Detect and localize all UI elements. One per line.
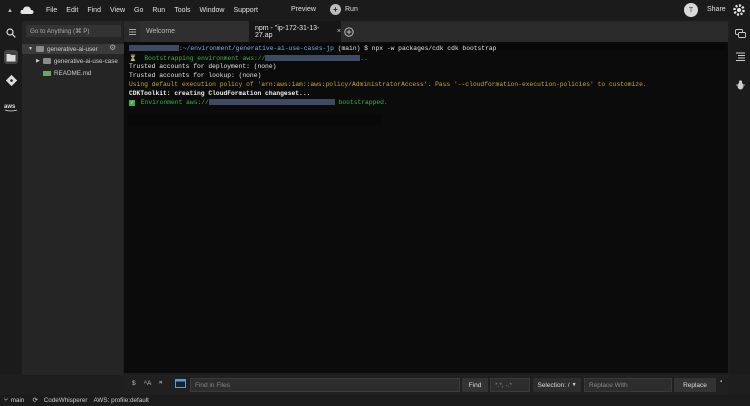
run-button[interactable]: + Run [330, 4, 358, 15]
source-control-icon[interactable] [5, 74, 17, 86]
menu-file[interactable]: File [46, 7, 57, 14]
menu-go[interactable]: Go [134, 7, 143, 14]
terminal-path: :~/environment/generative-ai-use-cases-j… [179, 45, 334, 52]
tree-file-label: README.md [54, 69, 92, 77]
tab-welcome-label: Welcome [146, 28, 176, 35]
activity-bar: aws [0, 21, 22, 375]
editor-tab-bar: Welcome npm - "ip-172-31-13-27.ap × [124, 21, 728, 42]
terminal-line-bootstrapping: ⏳ Bootstrapping environment aws://.. [129, 54, 368, 62]
regex-toggle-icon[interactable]: $ [132, 380, 136, 387]
chat-icon[interactable] [734, 27, 746, 39]
terminal-line-policy: Using default execution policy of 'arn:a… [129, 81, 647, 88]
tree-settings-icon[interactable]: ⚙ [109, 43, 116, 52]
menu-support[interactable]: Support [233, 7, 258, 14]
menu-tools[interactable]: Tools [174, 7, 190, 14]
redacted-block [208, 99, 335, 106]
aws-profile-status[interactable]: AWS: profile:default [93, 397, 148, 404]
file-pattern-input[interactable]: *.*, -.* [490, 378, 530, 392]
aws-icon[interactable]: aws [4, 101, 18, 113]
find-button[interactable]: Find [462, 378, 488, 392]
find-in-files-input[interactable]: Find in Files [190, 378, 460, 392]
git-branch-label[interactable]: main [11, 397, 25, 404]
search-icon[interactable] [5, 27, 17, 39]
terminal-line-changeset: CDKToolkit: creating CloudFormation chan… [129, 90, 311, 97]
terminal-bootstrapping-end: .. [360, 55, 368, 62]
find-in-files-bar: $ ᴬA ❞ Find in Files Find *.*, -.* Selec… [124, 375, 728, 395]
terminal-line-trusted-lookup: Trusted accounts for lookup: (none) [129, 72, 262, 79]
checkmark-icon: ✓ [129, 100, 135, 106]
git-branch-icon: ⑂ [4, 397, 8, 404]
tree-root-label: generative-ai-user [46, 45, 98, 53]
plus-icon: + [330, 4, 341, 15]
svg-text:aws: aws [4, 104, 16, 110]
tree-subfolder-label: generative-ai-use-case [53, 57, 118, 65]
preview-button[interactable]: Preview [291, 6, 316, 13]
folder-icon [35, 46, 44, 52]
terminal-panel[interactable]: :~/environment/generative-ai-use-cases-j… [124, 42, 728, 373]
right-activity-bar [730, 21, 750, 375]
redacted-block [129, 45, 179, 52]
codewhisperer-status[interactable]: CodeWhisperer [44, 397, 88, 404]
menu-run[interactable]: Run [152, 7, 165, 14]
redacted-block [265, 55, 361, 62]
menu-icon[interactable] [124, 21, 140, 42]
plus-circle-icon [344, 26, 354, 37]
chevron-right-icon: ▶ [36, 58, 40, 64]
tab-welcome[interactable]: Welcome [140, 21, 249, 42]
debugger-icon[interactable] [734, 79, 746, 91]
goto-anything-input[interactable]: Go to Anything (⌘ P) [26, 25, 121, 37]
tree-subfolder[interactable]: ▶ generative-ai-use-case [22, 56, 137, 66]
expand-icon[interactable]: ▪ [720, 379, 722, 385]
terminal-bootstrapped-text: bootstrapped. [334, 99, 388, 106]
run-label: Run [345, 6, 358, 13]
chevron-down-icon: ▼ [571, 382, 577, 388]
sync-icon[interactable]: ⟳ [32, 397, 37, 404]
status-bar: ⑂ main ⟳ CodeWhisperer AWS: profile:defa… [0, 395, 750, 406]
terminal-line-command: :~/environment/generative-ai-use-cases-j… [129, 45, 496, 52]
share-button[interactable]: Share [707, 6, 726, 13]
terminal-line-bootstrapped: ✓ Environment aws:// bootstrapped. [129, 99, 388, 106]
terminal-line-trusted-deploy: Trusted accounts for deployment: (none) [129, 63, 277, 70]
redacted-bar [128, 114, 381, 125]
replace-input[interactable]: Replace With [584, 378, 672, 392]
search-scope-icon[interactable] [175, 379, 186, 390]
tab-npm-label: npm - "ip-172-31-13-27.ap [255, 24, 320, 39]
markdown-file-icon [43, 70, 51, 76]
outline-icon[interactable] [734, 50, 746, 62]
terminal-bootstrapping-text: ⏳ Bootstrapping environment aws:// [129, 55, 266, 62]
menu-window[interactable]: Window [200, 7, 225, 14]
menu-view[interactable]: View [110, 7, 125, 14]
file-explorer-icon[interactable] [4, 50, 18, 64]
terminal-env-text: Environment aws:// [137, 99, 209, 106]
menu-find[interactable]: Find [87, 7, 101, 14]
tab-npm-terminal[interactable]: npm - "ip-172-31-13-27.ap × [249, 21, 341, 42]
avatar[interactable]: T [684, 3, 698, 17]
cloud9-logo-icon[interactable] [20, 6, 34, 16]
selection-label: Selection: / [537, 381, 570, 389]
case-sensitive-icon[interactable]: ᴬA [144, 380, 151, 387]
whole-word-icon[interactable]: ❞ [159, 380, 163, 388]
folder-icon [42, 58, 51, 64]
file-tree-panel: Go to Anything (⌘ P) ▼ generative-ai-use… [22, 21, 129, 375]
chevron-down-icon: ▼ [28, 46, 33, 52]
replace-button[interactable]: Replace [674, 378, 716, 392]
menu-edit[interactable]: Edit [66, 7, 78, 14]
add-tab-button[interactable] [341, 21, 357, 42]
selection-dropdown[interactable]: Selection: / ▼ [533, 378, 581, 392]
terminal-command: (main) $ npx -w packages/cdk cdk bootstr… [333, 45, 497, 52]
menu-bar: ▲ File Edit Find View Go Run Tools Windo… [0, 0, 750, 21]
gear-icon[interactable] [732, 3, 746, 17]
collapse-triangle-icon[interactable]: ▲ [0, 8, 20, 14]
